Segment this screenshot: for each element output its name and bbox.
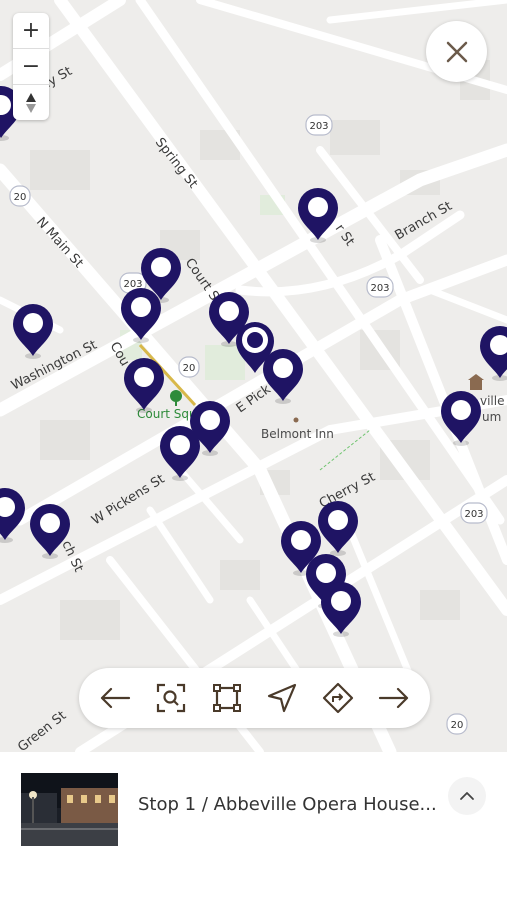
route-shield: 20 [9, 185, 31, 207]
poi-museum-b: um [482, 410, 501, 424]
tour-stop-pin[interactable] [123, 357, 165, 413]
directions-button[interactable] [318, 678, 358, 718]
tour-stop-pin[interactable] [480, 326, 507, 381]
stop-photo [21, 773, 118, 846]
svg-text:20: 20 [183, 363, 196, 374]
stop-title[interactable]: Stop 1 / Abbeville Opera House... [138, 794, 438, 815]
zoom-search-button[interactable] [151, 678, 191, 718]
map-view[interactable]: Spring St N Main St Washington St Court … [0, 0, 507, 752]
zoom-in-button[interactable]: + [13, 13, 49, 49]
museum-icon [468, 374, 484, 390]
svg-text:20: 20 [14, 192, 27, 203]
close-button[interactable] [426, 21, 487, 82]
tour-stop-pin[interactable] [318, 500, 358, 556]
directions-icon [323, 682, 354, 714]
label-spring-st: Spring St [152, 135, 200, 191]
route-shield: 203 [366, 276, 394, 298]
svg-text:203: 203 [370, 283, 389, 294]
stop-thumbnail[interactable] [21, 773, 118, 846]
tour-stop-pin[interactable] [160, 426, 200, 481]
zoom-search-icon [156, 683, 185, 713]
navigate-icon [268, 683, 297, 713]
chevron-up-icon [460, 792, 474, 800]
svg-text:20: 20 [451, 720, 464, 731]
navigate-button[interactable] [262, 678, 302, 718]
route-shield: 203 [305, 114, 333, 136]
expand-panel-button[interactable] [448, 777, 486, 815]
label-green-st: Green St [15, 708, 69, 752]
zoom-controls: + − [13, 13, 49, 120]
tour-stop-pin[interactable] [0, 488, 25, 543]
fit-bounds-button[interactable] [207, 678, 247, 718]
previous-stop-button[interactable] [95, 678, 135, 718]
map-toolbar [79, 668, 430, 728]
fit-bounds-icon [212, 684, 241, 712]
poi-museum-a: ville [480, 394, 505, 408]
tour-stop-pin[interactable] [13, 304, 53, 359]
zoom-out-button[interactable]: − [13, 49, 49, 85]
close-icon [446, 41, 467, 62]
svg-text:203: 203 [464, 509, 483, 520]
route-shield: 203 [460, 502, 488, 524]
route-shield: 20 [446, 713, 468, 735]
next-stop-button[interactable] [374, 678, 414, 718]
arrow-left-icon [100, 687, 131, 709]
map-base: Spring St N Main St Washington St Court … [0, 0, 507, 752]
stop-info-panel[interactable]: Stop 1 / Abbeville Opera House... [0, 752, 507, 900]
route-shield: 20 [178, 356, 200, 378]
poi-belmont-inn: Belmont Inn [261, 427, 334, 441]
svg-text:203: 203 [309, 121, 328, 132]
label-n-main-st: N Main St [33, 215, 86, 271]
compass-button[interactable] [13, 85, 49, 120]
compass-icon [26, 92, 36, 113]
tree-icon [170, 390, 182, 406]
arrow-right-icon [378, 687, 409, 709]
